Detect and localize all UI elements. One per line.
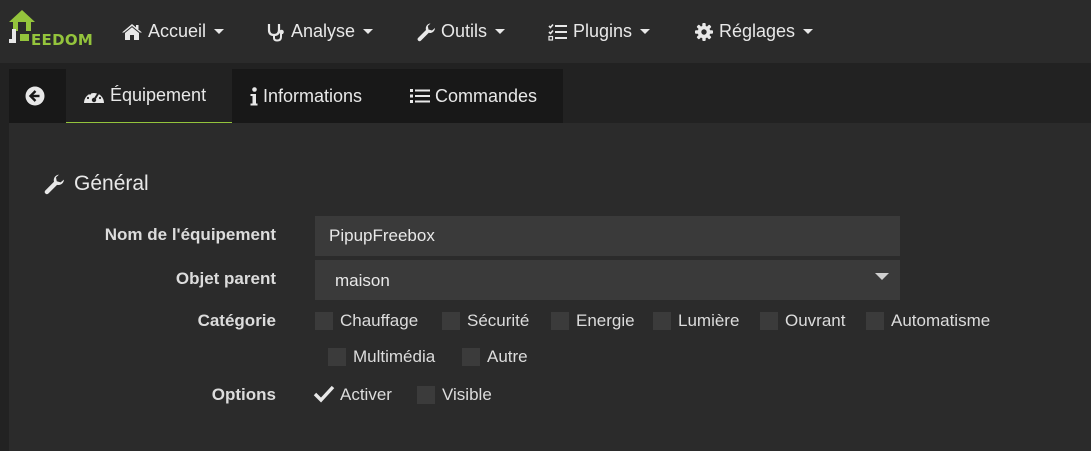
brand-logo[interactable]: EEDOM bbox=[0, 0, 104, 63]
checkbox-label: Ouvrant bbox=[785, 311, 846, 330]
category-autre-checkbox[interactable]: Autre bbox=[462, 347, 528, 367]
category-multimedia-checkbox[interactable]: Multimédia bbox=[328, 347, 435, 367]
chevron-down-icon bbox=[363, 29, 374, 34]
tab-commandes-label: Commandes bbox=[435, 85, 538, 106]
nav-analyse-label: Analyse bbox=[291, 21, 356, 41]
wrench-icon bbox=[44, 174, 64, 195]
gear-icon bbox=[695, 22, 713, 41]
checkbox-box[interactable] bbox=[417, 386, 435, 404]
tab-equipement-label: Équipement bbox=[110, 85, 207, 105]
checkbox-label: Sécurité bbox=[467, 311, 530, 330]
objet-parent-value: maison bbox=[335, 271, 390, 290]
category-securite-checkbox[interactable]: Sécurité bbox=[442, 311, 529, 331]
nav-accueil[interactable]: Accueil bbox=[121, 0, 225, 63]
objet-parent-select[interactable]: maison bbox=[315, 260, 900, 300]
tab-commandes[interactable]: Commandes bbox=[410, 69, 537, 123]
tab-equipement[interactable]: Équipement bbox=[66, 69, 232, 123]
nom-label: Nom de l'équipement bbox=[104, 225, 276, 244]
checkbox-label: Autre bbox=[487, 347, 528, 366]
section-title-general: Général bbox=[43, 172, 149, 196]
back-button[interactable] bbox=[9, 69, 66, 123]
checkbox-label: Activer bbox=[340, 385, 392, 404]
category-energie-checkbox[interactable]: Energie bbox=[551, 311, 635, 331]
nav-reglages[interactable]: Réglages bbox=[694, 0, 814, 63]
checkbox-box[interactable] bbox=[462, 348, 480, 366]
nav-analyse[interactable]: Analyse bbox=[266, 0, 374, 63]
nav-plugins-label: Plugins bbox=[573, 21, 633, 41]
nav-outils[interactable]: Outils bbox=[416, 0, 506, 63]
equipment-tabs: Équipement Informations Commandes bbox=[9, 69, 563, 123]
checkbox-label: Multimédia bbox=[353, 347, 436, 366]
wrench-icon bbox=[417, 23, 435, 41]
chevron-down-icon bbox=[214, 29, 225, 34]
category-lumiere-checkbox[interactable]: Lumière bbox=[653, 311, 739, 331]
category-ouvrant-checkbox[interactable]: Ouvrant bbox=[760, 311, 845, 331]
stethoscope-icon bbox=[267, 23, 284, 42]
tab-informations-label: Informations bbox=[263, 85, 363, 106]
category-chauffage-checkbox[interactable]: Chauffage bbox=[315, 311, 418, 331]
checkbox-box[interactable] bbox=[866, 312, 884, 330]
option-visible-checkbox[interactable]: Visible bbox=[417, 385, 492, 405]
nav-accueil-label: Accueil bbox=[148, 21, 207, 41]
checkbox-label: Chauffage bbox=[340, 311, 419, 330]
checkbox-label: Lumière bbox=[678, 311, 740, 330]
nav-reglages-label: Réglages bbox=[719, 21, 796, 41]
tachometer-icon bbox=[84, 90, 104, 103]
checkbox-box[interactable] bbox=[328, 348, 346, 366]
home-icon bbox=[122, 23, 142, 40]
checkbox-box[interactable] bbox=[551, 312, 569, 330]
checkbox-box[interactable] bbox=[315, 312, 333, 330]
objet-parent-label: Objet parent bbox=[175, 269, 276, 288]
chevron-down-icon bbox=[640, 29, 651, 34]
nom-input[interactable] bbox=[315, 216, 900, 256]
top-navbar: EEDOM Accueil Analyse Outils Plugins Rég… bbox=[0, 0, 1091, 63]
checkbox-label: Automatisme bbox=[891, 311, 991, 330]
checkbox-label: Visible bbox=[442, 385, 492, 404]
nav-outils-label: Outils bbox=[441, 21, 488, 41]
nav-plugins[interactable]: Plugins bbox=[548, 0, 651, 63]
list-icon bbox=[410, 89, 430, 103]
chevron-down-icon bbox=[495, 29, 506, 34]
checkbox-box-checked[interactable] bbox=[313, 385, 335, 404]
option-activer-checkbox[interactable]: Activer bbox=[313, 385, 392, 405]
tab-informations[interactable]: Informations bbox=[250, 69, 362, 123]
arrow-circle-left-icon bbox=[25, 86, 45, 106]
checkbox-box[interactable] bbox=[653, 312, 671, 330]
caret-down-icon bbox=[875, 273, 889, 280]
checkbox-box[interactable] bbox=[760, 312, 778, 330]
options-label: Options bbox=[211, 385, 276, 404]
section-title-label: Général bbox=[74, 172, 149, 195]
chevron-down-icon bbox=[803, 29, 814, 34]
categorie-label: Catégorie bbox=[197, 311, 276, 330]
tasks-icon bbox=[548, 23, 567, 41]
checkbox-box[interactable] bbox=[442, 312, 460, 330]
checkbox-label: Energie bbox=[576, 311, 635, 330]
check-icon bbox=[313, 385, 335, 403]
category-automatisme-checkbox[interactable]: Automatisme bbox=[866, 311, 990, 331]
info-icon bbox=[250, 86, 258, 105]
brand-name: EEDOM bbox=[31, 31, 94, 49]
